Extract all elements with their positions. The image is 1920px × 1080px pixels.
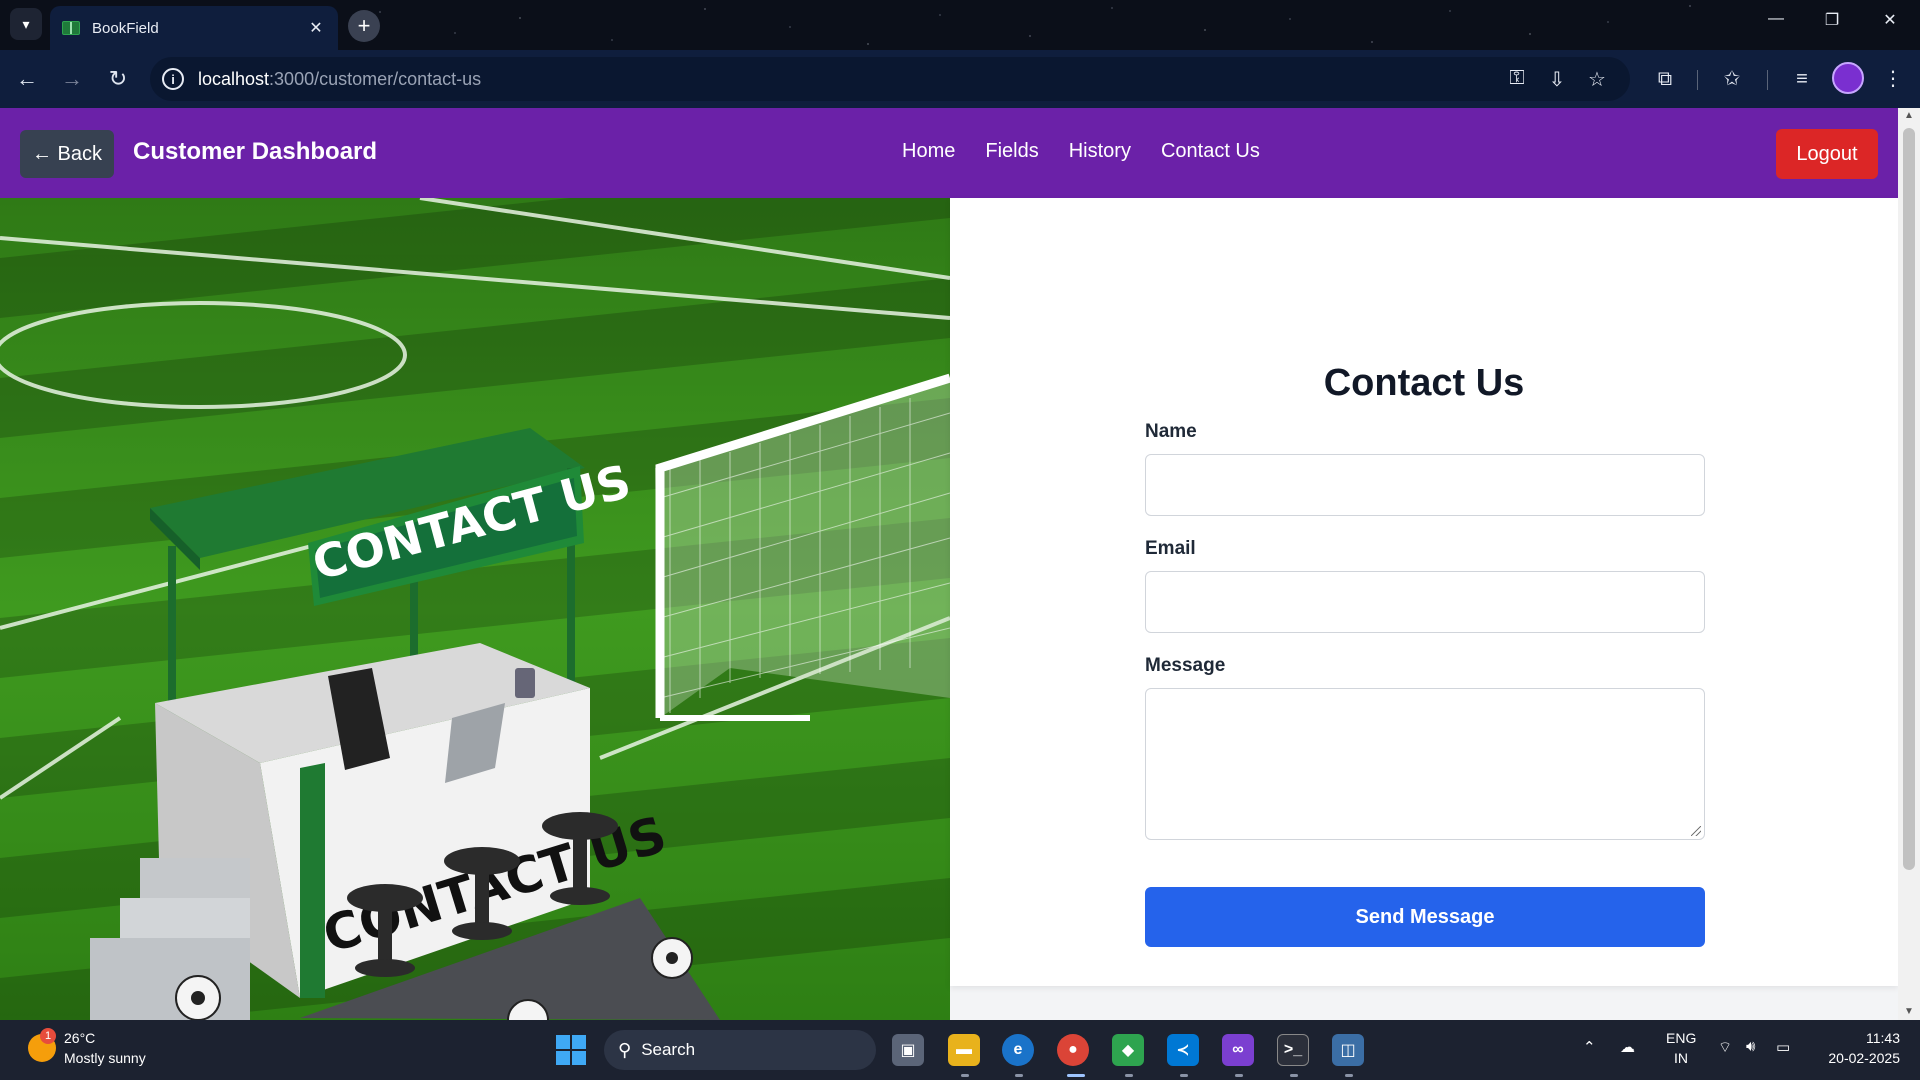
visual-studio-icon[interactable]: ∞ — [1222, 1034, 1254, 1066]
url-host: localhost — [198, 68, 270, 89]
new-tab-button[interactable]: + — [348, 10, 380, 42]
extensions-icon[interactable]: ⧉ — [1650, 66, 1680, 92]
back-arrow-icon[interactable]: ← — [12, 66, 42, 92]
logout-button[interactable]: Logout — [1776, 129, 1878, 179]
running-indicator — [1345, 1074, 1353, 1077]
weather-badge: 1 — [40, 1028, 56, 1044]
workbench-app-icon[interactable]: ◫ — [1332, 1034, 1364, 1066]
bookfield-favicon-icon — [62, 21, 80, 35]
windows-taskbar: 1 26°C Mostly sunny ⚲ Search ▣ ▬ e ● ◆ ≺… — [0, 1020, 1920, 1080]
football-field-illustration: CONTACT US CONTACT US — [0, 198, 950, 1020]
dashboard-title: Customer Dashboard — [133, 138, 378, 165]
nav-links: Home Fields History Contact Us — [902, 140, 1260, 163]
running-indicator — [1290, 1074, 1298, 1077]
tab-search-icon[interactable]: ▾ — [10, 8, 42, 40]
browser-tabstrip: ▾ BookField ✕ + — ❐ ✕ — [0, 0, 1920, 50]
taskbar-search-label: Search — [641, 1040, 696, 1059]
weather-temperature[interactable]: 26°C — [64, 1030, 95, 1046]
browser-menu-icon[interactable]: ⋮ — [1878, 66, 1908, 92]
bookmark-star-icon[interactable]: ☆ — [1582, 67, 1612, 92]
dashboard-navbar: ← Back Customer Dashboard Home Fields Hi… — [0, 108, 1898, 198]
app-viewport: ← Back Customer Dashboard Home Fields Hi… — [0, 108, 1898, 1020]
nav-link-fields[interactable]: Fields — [985, 140, 1038, 163]
nav-link-contact-us[interactable]: Contact Us — [1161, 140, 1260, 163]
scrollbar-thumb[interactable] — [1903, 128, 1915, 870]
email-field[interactable] — [1145, 571, 1705, 633]
clock-time[interactable]: 11:43 — [1840, 1030, 1900, 1046]
favorites-icon[interactable]: ✩ — [1717, 66, 1747, 92]
search-icon: ⚲ — [618, 1039, 632, 1060]
tray-chevron-icon[interactable]: ⌃ — [1583, 1038, 1596, 1056]
password-key-icon[interactable]: ⚿ — [1502, 67, 1532, 90]
minimize-icon[interactable]: — — [1756, 10, 1796, 28]
back-button[interactable]: ← Back — [20, 130, 114, 178]
wifi-icon[interactable]: ⌔ — [1718, 1038, 1732, 1057]
media-control-icon[interactable]: ≡ — [1787, 66, 1817, 92]
tab-close-icon[interactable]: ✕ — [306, 18, 326, 38]
page-scrollbar[interactable]: ▲ ▼ — [1898, 108, 1920, 1020]
file-explorer-icon[interactable]: ▬ — [948, 1034, 980, 1066]
url-path: :3000/customer/contact-us — [269, 68, 482, 89]
volume-icon[interactable]: 🔊︎ — [1746, 1038, 1755, 1055]
message-textarea[interactable] — [1145, 688, 1705, 840]
email-label: Email — [1145, 538, 1196, 559]
reload-icon[interactable]: ↻ — [103, 66, 133, 92]
send-message-button[interactable]: Send Message — [1145, 887, 1705, 947]
chrome-browser-icon[interactable]: ● — [1057, 1034, 1089, 1066]
running-indicator — [1180, 1074, 1188, 1077]
restore-icon[interactable]: ❐ — [1812, 10, 1852, 30]
windows-start-icon[interactable] — [556, 1035, 586, 1065]
contact-hero-image: CONTACT US CONTACT US — [0, 198, 950, 1020]
name-field[interactable] — [1145, 454, 1705, 516]
onedrive-cloud-icon[interactable]: ☁ — [1620, 1038, 1635, 1056]
edge-browser-icon[interactable]: e — [1002, 1034, 1034, 1066]
git-tool-icon[interactable]: ◆ — [1112, 1034, 1144, 1066]
name-label: Name — [1145, 421, 1197, 442]
language-bottom[interactable]: IN — [1674, 1050, 1688, 1066]
resize-handle-icon[interactable] — [1691, 826, 1701, 836]
terminal-icon[interactable]: >_ — [1277, 1034, 1309, 1066]
language-top[interactable]: ENG — [1666, 1030, 1696, 1046]
contact-panel: Contact Us Name Email Message Send Messa… — [950, 198, 1898, 986]
nav-link-home[interactable]: Home — [902, 140, 955, 163]
forward-arrow-icon[interactable]: → — [57, 66, 87, 92]
browser-toolbar: ← → ↻ i localhost :3000/customer/contact… — [0, 50, 1920, 108]
toolbar-divider — [1697, 70, 1698, 90]
contact-heading: Contact Us — [1323, 362, 1525, 404]
install-app-icon[interactable]: ⇩ — [1542, 67, 1572, 92]
taskbar-search[interactable]: ⚲ Search — [604, 1030, 876, 1070]
battery-icon[interactable]: ▭ — [1776, 1038, 1790, 1056]
running-indicator — [961, 1074, 969, 1077]
tab-bookfield[interactable]: BookField ✕ — [50, 6, 338, 50]
running-indicator — [1015, 1074, 1023, 1077]
message-label: Message — [1145, 655, 1226, 676]
running-indicator — [1125, 1074, 1133, 1077]
scroll-down-icon[interactable]: ▼ — [1898, 1006, 1920, 1017]
clock-date[interactable]: 20-02-2025 — [1810, 1050, 1900, 1066]
active-indicator — [1067, 1074, 1085, 1077]
vscode-icon[interactable]: ≺ — [1167, 1034, 1199, 1066]
toolbar-divider — [1767, 70, 1768, 90]
task-view-icon[interactable]: ▣ — [892, 1034, 924, 1066]
nav-link-history[interactable]: History — [1069, 140, 1131, 163]
scroll-up-icon[interactable]: ▲ — [1898, 110, 1920, 121]
site-info-icon[interactable]: i — [162, 68, 184, 90]
window-close-icon[interactable]: ✕ — [1870, 10, 1910, 30]
tab-title: BookField — [92, 19, 159, 37]
running-indicator — [1235, 1074, 1243, 1077]
profile-avatar[interactable] — [1832, 62, 1864, 94]
weather-description[interactable]: Mostly sunny — [64, 1050, 146, 1066]
address-bar[interactable]: i localhost :3000/customer/contact-us ⚿ … — [150, 57, 1630, 101]
